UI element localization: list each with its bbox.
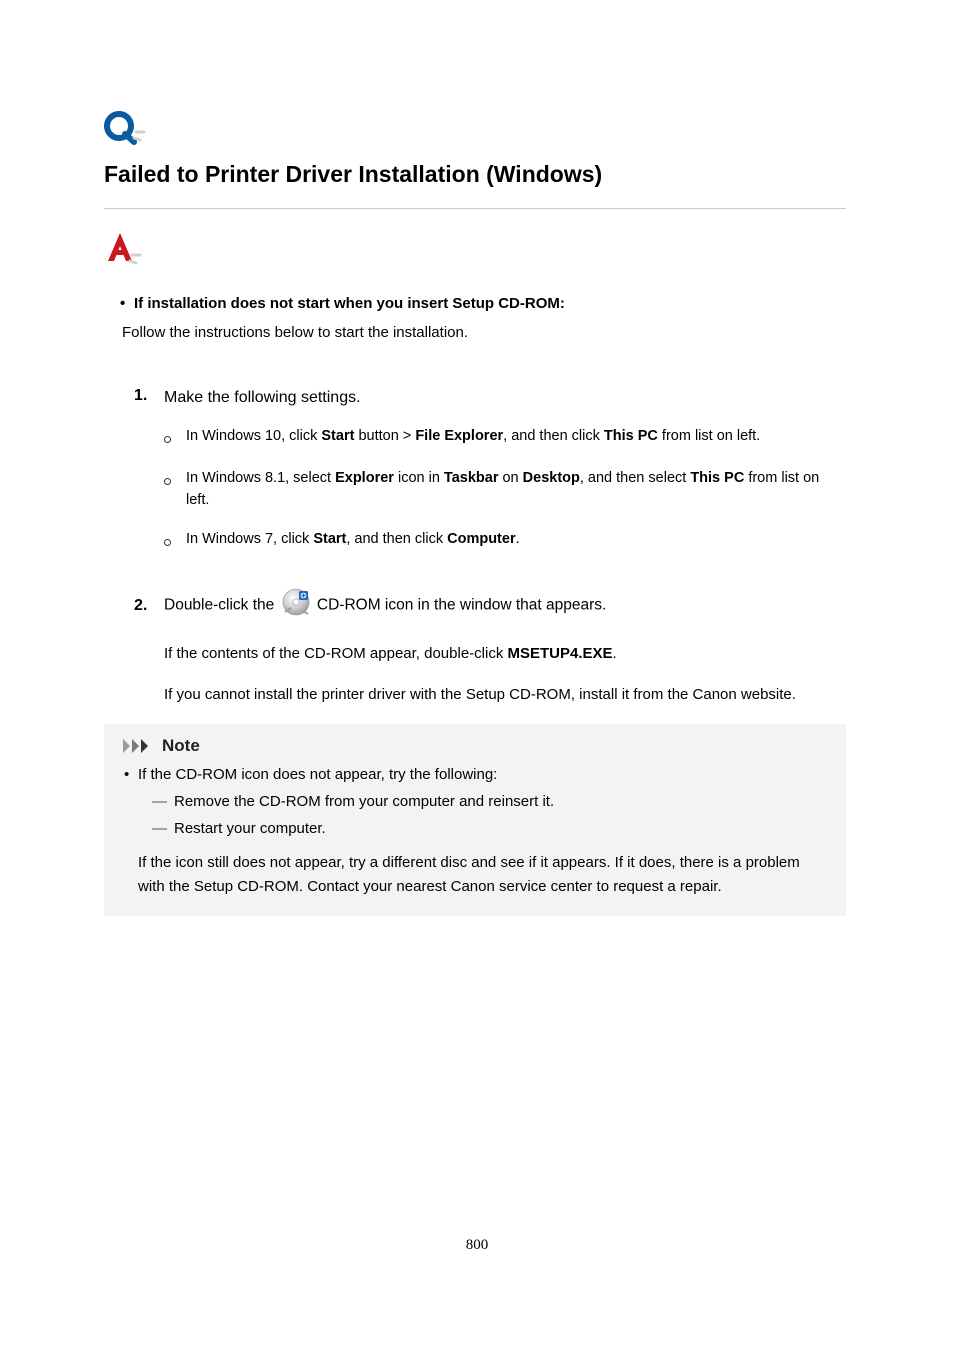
bold-text: File Explorer [415,428,503,444]
bold-text: Start [313,531,346,547]
note-para: If the icon still does not appear, try a… [138,851,828,898]
bold-text: This PC [690,470,744,486]
page-title: Failed to Printer Driver Installation (W… [104,160,846,190]
text: In Windows 7, click [186,531,313,547]
step2-sub-2: If you cannot install the printer driver… [164,683,846,706]
text: from list on left. [658,428,760,444]
text: , and then click [346,531,447,547]
text: CD-ROM icon in the window that appears. [317,597,606,614]
text: icon in [394,470,444,486]
bold-text: Computer [447,531,515,547]
divider [104,208,846,209]
text: Double-click the [164,597,279,614]
bold-text: Desktop [523,470,580,486]
question-icon [104,110,846,146]
text: In Windows 8.1, select [186,470,335,486]
step2-sub-1: If the contents of the CD-ROM appear, do… [164,642,846,665]
note-chevrons-icon [122,737,156,755]
ring-bullet-icon [164,425,186,450]
note-heading-text: Note [162,736,200,756]
step1-sub-3: In Windows 7, click Start, and then clic… [164,528,846,553]
text: . [613,645,617,662]
bold-text: This PC [604,428,658,444]
note-box: Note • If the CD-ROM icon does not appea… [104,724,846,916]
cd-rom-icon [281,587,311,624]
text: , and then click [503,428,604,444]
dash-icon: — [152,820,174,837]
step1-sub-2: In Windows 8.1, select Explorer icon in … [164,467,846,512]
text: on [498,470,522,486]
note-dash-2: — Restart your computer. [152,820,828,837]
text: If the CD-ROM icon does not appear, try … [138,766,828,783]
ring-bullet-icon [164,528,186,553]
text: If the contents of the CD-ROM appear, do… [164,645,508,662]
text: , and then select [580,470,690,486]
text: Remove the CD-ROM from your computer and… [174,793,554,810]
page: Failed to Printer Driver Installation (W… [0,0,954,1350]
step-1: 1. Make the following settings. [134,387,846,409]
dash-icon: — [152,793,174,810]
section-lead: If installation does not start when you … [134,295,565,312]
step-text: Make the following settings. [164,387,846,409]
step-number: 2. [134,597,164,615]
bullet-dot: • [120,295,134,312]
section-bullet: • If installation does not start when yo… [120,295,846,312]
bold-text: Explorer [335,470,394,486]
page-number: 800 [0,1237,954,1254]
bold-text: Start [321,428,354,444]
text: button > [354,428,415,444]
text: Restart your computer. [174,820,326,837]
bold-text: MSETUP4.EXE [508,645,613,662]
step1-sub-1: In Windows 10, click Start button > File… [164,425,846,450]
answer-icon [104,231,846,269]
text: In Windows 10, click [186,428,321,444]
bold-text: Taskbar [444,470,499,486]
section-follow: Follow the instructions below to start t… [122,322,846,343]
note-dash-1: — Remove the CD-ROM from your computer a… [152,793,828,810]
note-heading: Note [122,736,828,756]
step-2: 2. Double-click the [134,587,846,624]
step-number: 1. [134,387,164,409]
bullet-dot: • [124,766,138,783]
note-lead: • If the CD-ROM icon does not appear, tr… [124,766,828,783]
text: . [516,531,520,547]
ring-bullet-icon [164,467,186,512]
